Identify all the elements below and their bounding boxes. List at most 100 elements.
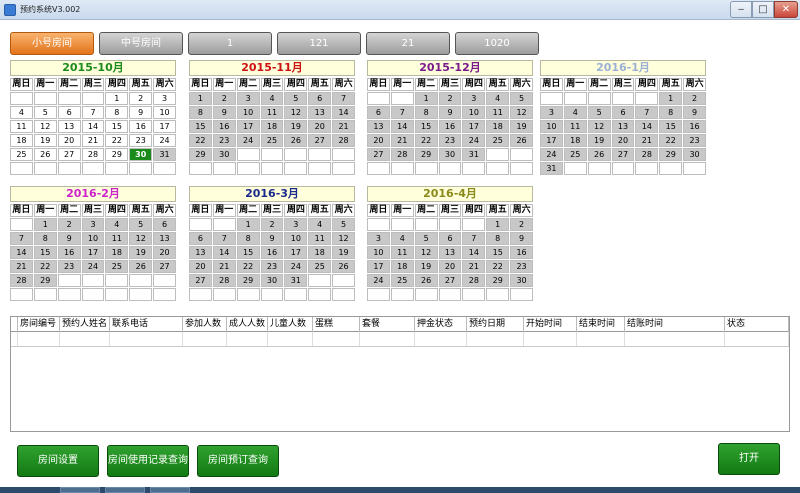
day-cell[interactable]: 7 (332, 92, 355, 105)
minimize-button[interactable]: ‒ (730, 1, 752, 18)
day-cell[interactable]: 11 (308, 232, 332, 245)
day-cell[interactable]: 18 (390, 260, 414, 273)
day-cell[interactable]: 21 (332, 120, 355, 133)
day-cell[interactable]: 10 (462, 106, 486, 119)
day-cell[interactable]: 29 (189, 148, 212, 161)
day-cell[interactable]: 15 (659, 120, 683, 133)
day-cell[interactable]: 26 (332, 260, 355, 273)
room-tab[interactable]: 21 (366, 32, 450, 55)
day-cell[interactable]: 20 (57, 134, 81, 147)
day-cell[interactable]: 21 (10, 260, 33, 273)
day-cell[interactable]: 11 (105, 232, 129, 245)
day-cell[interactable]: 30 (212, 148, 236, 161)
table-cell[interactable] (60, 332, 110, 346)
day-cell[interactable]: 3 (540, 106, 563, 119)
day-cell[interactable]: 23 (683, 134, 706, 147)
day-cell[interactable]: 20 (153, 246, 176, 259)
day-cell[interactable]: 26 (33, 148, 57, 161)
day-cell[interactable]: 22 (33, 260, 57, 273)
day-cell[interactable]: 3 (367, 232, 390, 245)
day-cell[interactable]: 17 (153, 120, 176, 133)
day-cell[interactable]: 9 (438, 106, 462, 119)
day-cell[interactable]: 17 (284, 246, 308, 259)
day-cell[interactable]: 1 (659, 92, 683, 105)
room-tab[interactable]: 小号房间 (10, 32, 94, 55)
day-cell[interactable]: 6 (189, 232, 212, 245)
day-cell[interactable]: 8 (414, 106, 438, 119)
day-cell[interactable]: 10 (81, 232, 105, 245)
day-cell[interactable]: 7 (81, 106, 105, 119)
column-header[interactable]: 开始时间 (524, 317, 577, 332)
day-cell[interactable]: 12 (33, 120, 57, 133)
day-cell[interactable]: 15 (105, 120, 129, 133)
day-cell[interactable]: 22 (486, 260, 510, 273)
table-cell[interactable] (360, 332, 415, 346)
day-cell[interactable]: 28 (390, 148, 414, 161)
day-cell[interactable]: 25 (486, 134, 510, 147)
day-cell[interactable]: 22 (414, 134, 438, 147)
day-cell[interactable]: 15 (33, 246, 57, 259)
taskbar-item[interactable] (105, 487, 145, 493)
day-cell[interactable]: 3 (81, 218, 105, 231)
day-cell[interactable]: 19 (332, 246, 355, 259)
day-cell[interactable]: 25 (563, 148, 587, 161)
day-cell[interactable]: 23 (212, 134, 236, 147)
day-cell[interactable]: 10 (284, 232, 308, 245)
day-cell[interactable]: 8 (486, 232, 510, 245)
day-cell[interactable]: 14 (462, 246, 486, 259)
day-cell[interactable]: 3 (236, 92, 260, 105)
day-cell[interactable]: 6 (611, 106, 635, 119)
day-cell[interactable]: 12 (332, 232, 355, 245)
day-cell[interactable]: 21 (212, 260, 236, 273)
day-cell[interactable]: 19 (129, 246, 153, 259)
day-cell[interactable]: 4 (308, 218, 332, 231)
day-cell[interactable]: 19 (587, 134, 611, 147)
day-cell[interactable]: 24 (236, 134, 260, 147)
table-cell[interactable] (577, 332, 625, 346)
day-cell[interactable]: 5 (33, 106, 57, 119)
day-cell[interactable]: 28 (212, 274, 236, 287)
day-cell[interactable]: 12 (284, 106, 308, 119)
day-cell[interactable]: 11 (10, 120, 33, 133)
day-cell[interactable]: 31 (284, 274, 308, 287)
close-button[interactable]: ✕ (774, 1, 798, 18)
column-header[interactable]: 参加人数 (183, 317, 227, 332)
day-cell[interactable]: 29 (659, 148, 683, 161)
day-cell[interactable]: 11 (390, 246, 414, 259)
column-header[interactable]: 状态 (725, 317, 789, 332)
day-cell[interactable]: 18 (486, 120, 510, 133)
day-cell[interactable]: 11 (486, 106, 510, 119)
day-cell[interactable]: 13 (189, 246, 212, 259)
column-header[interactable]: 结账时间 (625, 317, 725, 332)
day-cell[interactable]: 13 (153, 232, 176, 245)
day-cell[interactable]: 4 (105, 218, 129, 231)
day-cell[interactable]: 30 (510, 274, 533, 287)
day-cell[interactable]: 28 (10, 274, 33, 287)
taskbar-item[interactable] (150, 487, 190, 493)
day-cell[interactable]: 7 (10, 232, 33, 245)
day-cell[interactable]: 19 (33, 134, 57, 147)
table-cell[interactable] (268, 332, 313, 346)
day-cell[interactable]: 14 (10, 246, 33, 259)
day-cell[interactable]: 2 (260, 218, 284, 231)
day-cell[interactable]: 26 (587, 148, 611, 161)
day-cell[interactable]: 28 (635, 148, 659, 161)
day-cell[interactable]: 16 (212, 120, 236, 133)
day-cell[interactable]: 23 (57, 260, 81, 273)
day-cell[interactable]: 25 (105, 260, 129, 273)
day-cell[interactable]: 24 (540, 148, 563, 161)
day-cell[interactable]: 5 (332, 218, 355, 231)
day-cell[interactable]: 13 (367, 120, 390, 133)
room-settings-button[interactable]: 房间设置 (17, 445, 99, 477)
day-cell[interactable]: 4 (486, 92, 510, 105)
day-cell[interactable]: 5 (510, 92, 533, 105)
day-cell[interactable]: 13 (57, 120, 81, 133)
column-header[interactable]: 预约日期 (467, 317, 524, 332)
day-cell[interactable]: 13 (438, 246, 462, 259)
day-cell[interactable]: 17 (236, 120, 260, 133)
day-cell[interactable]: 15 (414, 120, 438, 133)
open-button[interactable]: 打开 (718, 443, 780, 475)
day-cell[interactable]: 27 (438, 274, 462, 287)
day-cell[interactable]: 8 (236, 232, 260, 245)
day-cell[interactable]: 30 (260, 274, 284, 287)
